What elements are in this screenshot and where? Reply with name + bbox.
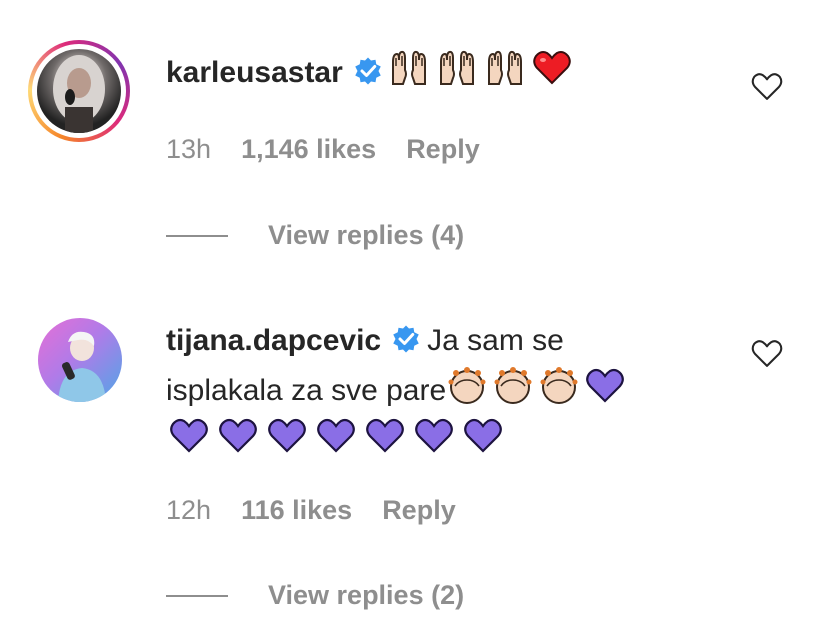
verified-badge-icon bbox=[391, 324, 421, 354]
username[interactable]: karleusastar bbox=[166, 56, 343, 89]
clapping-hands-icon bbox=[446, 366, 488, 406]
view-replies-button[interactable]: View replies (2) bbox=[268, 580, 464, 611]
raising-hands-icon bbox=[485, 48, 525, 88]
purple-heart-icon bbox=[266, 416, 308, 456]
verified-badge-icon bbox=[353, 56, 383, 86]
purple-heart-icon bbox=[315, 416, 357, 456]
view-replies-row[interactable]: View replies (2) bbox=[166, 580, 464, 611]
likes-count[interactable]: 116 likes bbox=[241, 495, 352, 526]
view-replies-button[interactable]: View replies (4) bbox=[268, 220, 464, 251]
raising-hands-icon bbox=[437, 48, 477, 88]
view-replies-row[interactable]: View replies (4) bbox=[166, 220, 464, 251]
divider bbox=[166, 594, 228, 597]
comment-time[interactable]: 13h bbox=[166, 134, 211, 165]
reply-button[interactable]: Reply bbox=[406, 134, 480, 165]
purple-heart-icon bbox=[584, 366, 626, 406]
divider bbox=[166, 234, 228, 237]
comment-meta: 12h 116 likes Reply bbox=[166, 495, 456, 526]
clapping-hands-icon bbox=[492, 366, 534, 406]
avatar[interactable] bbox=[38, 318, 122, 402]
avatar-story-ring[interactable] bbox=[28, 40, 130, 142]
raising-hands-icon bbox=[389, 48, 429, 88]
comment-line-1: tijana.dapcevic Ja sam se bbox=[166, 318, 706, 364]
like-heart-outline-icon[interactable] bbox=[750, 337, 784, 371]
comment-text: Ja sam se bbox=[427, 324, 564, 357]
comment-line-2: isplakala za sve pare bbox=[166, 366, 706, 414]
reply-button[interactable]: Reply bbox=[382, 495, 456, 526]
purple-heart-icon bbox=[168, 416, 210, 456]
clapping-hands-icon bbox=[538, 366, 580, 406]
comment-body: tijana.dapcevic Ja sam se isplakala za sv… bbox=[166, 318, 706, 464]
purple-heart-icon bbox=[364, 416, 406, 456]
comment-time[interactable]: 12h bbox=[166, 495, 211, 526]
comment-meta: 13h 1,146 likes Reply bbox=[166, 134, 480, 165]
purple-heart-icon bbox=[462, 416, 504, 456]
purple-heart-icon bbox=[217, 416, 259, 456]
like-heart-outline-icon[interactable] bbox=[750, 70, 784, 104]
purple-heart-icon bbox=[413, 416, 455, 456]
red-heart-icon bbox=[531, 48, 573, 88]
comment-body: karleusastar bbox=[166, 48, 706, 96]
username[interactable]: tijana.dapcevic bbox=[166, 324, 381, 357]
likes-count[interactable]: 1,146 likes bbox=[241, 134, 376, 165]
comment-line-3 bbox=[168, 416, 706, 464]
avatar bbox=[37, 49, 121, 133]
comment-text: isplakala za sve pare bbox=[166, 374, 447, 407]
